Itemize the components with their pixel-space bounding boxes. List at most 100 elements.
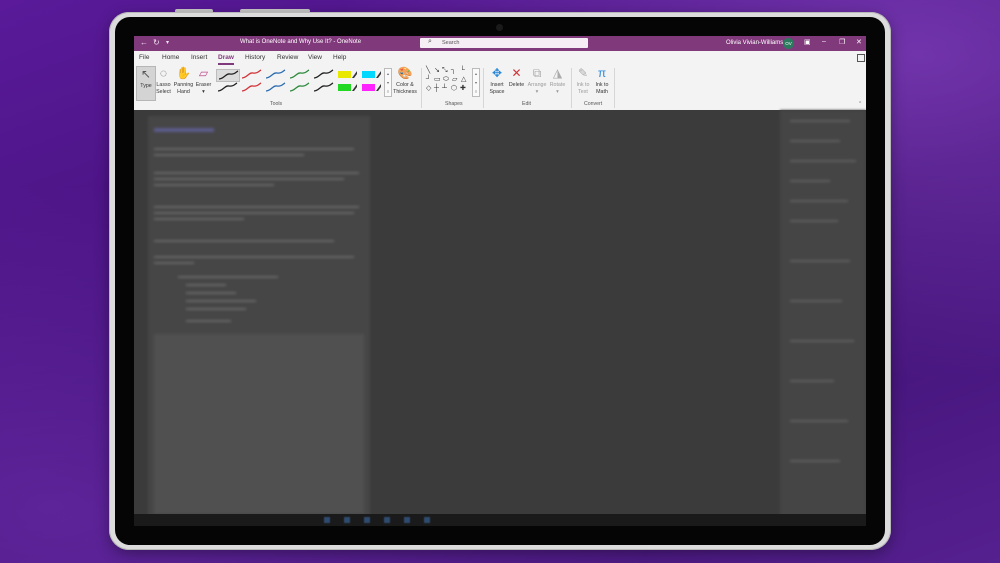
parallelogram-shape-icon[interactable]: ▱: [452, 76, 457, 84]
minimize-icon[interactable]: –: [822, 38, 826, 45]
embedded-screenshot-blurred: [154, 334, 364, 514]
customize-qat-icon[interactable]: ▾: [166, 39, 169, 46]
ribbon-display-icon[interactable]: ▣: [804, 38, 811, 46]
eraser-label: Eraser: [195, 82, 212, 88]
panning-hand-button[interactable]: ✋ Panning Hand: [173, 66, 194, 95]
pen-swatch[interactable]: [312, 82, 334, 93]
close-icon[interactable]: ✕: [856, 38, 862, 46]
arrange-button[interactable]: ⧉ Arrange ▾: [526, 66, 548, 95]
lasso-select-button[interactable]: ◌ Lasso Select: [155, 66, 172, 95]
highlighter-swatch[interactable]: [336, 69, 358, 80]
color-label-line2: Thickness: [393, 88, 417, 95]
highlighter-icon: [362, 84, 381, 91]
text-line: [154, 154, 304, 156]
user-name[interactable]: Olivia Vivian-Williams: [726, 40, 783, 46]
pen-stroke-icon: [289, 69, 310, 79]
ink-to-math-button[interactable]: π Ink to Math: [593, 66, 611, 95]
text-line: [178, 276, 278, 278]
corner-shape-icon[interactable]: ┘: [426, 76, 431, 84]
pen-stroke-icon: [289, 82, 310, 92]
rectangle-shape-icon[interactable]: ▭: [434, 76, 441, 84]
palette-icon: 🎨: [397, 66, 413, 80]
collapse-ribbon-icon[interactable]: ⌃: [858, 101, 862, 107]
tab-draw[interactable]: Draw: [218, 54, 234, 61]
taskbar-app-icon[interactable]: [364, 517, 370, 523]
pen-swatch[interactable]: [240, 82, 262, 93]
taskbar: [134, 514, 866, 526]
ink-to-text-button[interactable]: ✎ Ink to Text: [574, 66, 592, 95]
tab-file[interactable]: File: [139, 54, 149, 61]
highlighter-swatch[interactable]: [336, 82, 358, 93]
tab-insert[interactable]: Insert: [191, 54, 207, 61]
more-icon[interactable]: ≡: [385, 87, 391, 96]
hand-icon: ✋: [176, 66, 191, 80]
restore-icon[interactable]: ❐: [839, 38, 845, 46]
highlighter-icon: [362, 71, 381, 78]
taskbar-app-icon[interactable]: [404, 517, 410, 523]
lasso-label-line1: Lasso: [156, 82, 171, 88]
pen-swatch[interactable]: [288, 69, 310, 80]
insert-space-label-line2: Space: [489, 88, 505, 95]
page-canvas[interactable]: [134, 110, 866, 526]
edit-group-label: Edit: [522, 101, 531, 107]
tab-home[interactable]: Home: [162, 54, 179, 61]
ellipse-shape-icon[interactable]: ⬭: [443, 76, 449, 84]
diamond-shape-icon[interactable]: ◇: [426, 85, 431, 93]
rotate-button[interactable]: ◮ Rotate ▾: [547, 66, 568, 95]
shapes-gallery-scroll[interactable]: ▴ ▾ ≡: [472, 68, 480, 97]
taskbar-app-icon[interactable]: [424, 517, 430, 523]
chevron-up-icon[interactable]: ▴: [473, 69, 479, 78]
color-label-line1: Color &: [396, 82, 414, 88]
taskbar-app-icon[interactable]: [324, 517, 330, 523]
double-arrow-shape-icon[interactable]: ⤡: [442, 67, 448, 75]
pen-swatch[interactable]: [288, 82, 310, 93]
eraser-button[interactable]: ▱ Eraser ▾: [194, 66, 213, 95]
avatar[interactable]: OV: [783, 38, 794, 49]
hexagon-shape-icon[interactable]: ⬡: [451, 85, 457, 93]
tab-history[interactable]: History: [245, 54, 265, 61]
highlighter-swatch[interactable]: [360, 69, 382, 80]
pen-swatch[interactable]: [264, 82, 286, 93]
cross-axis-shape-icon[interactable]: ┼: [434, 85, 439, 93]
plus-shape-icon[interactable]: ✚: [460, 85, 466, 93]
page-list-item: [790, 340, 854, 342]
taskbar-app-icon[interactable]: [344, 517, 350, 523]
page-list-item: [790, 420, 848, 422]
arrow-shape-icon[interactable]: ↘: [434, 67, 440, 75]
pen-swatch[interactable]: [240, 69, 262, 80]
pen-swatch[interactable]: [312, 69, 334, 80]
tab-review[interactable]: Review: [277, 54, 298, 61]
cursor-icon: ↖: [140, 67, 152, 81]
back-arrow-icon[interactable]: ←: [140, 38, 148, 47]
chevron-down-icon[interactable]: ▾: [473, 78, 479, 87]
color-thickness-button[interactable]: 🎨 Color & Thickness: [393, 66, 417, 95]
pen-swatch[interactable]: [216, 82, 238, 93]
highlighter-swatch[interactable]: [360, 82, 382, 93]
search-input[interactable]: ⌕ Search: [420, 38, 588, 48]
pen-stroke-icon: [265, 82, 286, 92]
type-button[interactable]: ↖ Type: [136, 66, 156, 101]
text-line: [154, 206, 359, 208]
line-shape-icon[interactable]: ╲: [426, 67, 430, 75]
notebook-pane-icon[interactable]: [857, 54, 865, 62]
page-list-item: [790, 200, 848, 202]
elbow-shape-icon[interactable]: ┐: [451, 67, 456, 75]
insert-space-button[interactable]: ✥ Insert Space: [486, 66, 508, 95]
pen-swatch[interactable]: [264, 69, 286, 80]
axis-shape-icon[interactable]: └: [460, 67, 465, 75]
pen-gallery-scroll[interactable]: ▴ ▾ ≡: [384, 68, 392, 97]
tab-view[interactable]: View: [308, 54, 322, 61]
graph-shape-icon[interactable]: ┴: [442, 85, 447, 93]
group-divider: [421, 68, 422, 108]
chevron-up-icon[interactable]: ▴: [385, 69, 391, 78]
taskbar-app-icon[interactable]: [384, 517, 390, 523]
redo-icon[interactable]: ↻: [153, 38, 160, 47]
pen-stroke-icon: [218, 70, 239, 80]
more-icon[interactable]: ≡: [473, 87, 479, 96]
text-line: [154, 178, 344, 180]
delete-button[interactable]: ✕ Delete: [507, 66, 526, 89]
chevron-down-icon[interactable]: ▾: [385, 78, 391, 87]
pen-swatch[interactable]: [216, 69, 240, 82]
triangle-shape-icon[interactable]: △: [461, 76, 466, 84]
tab-help[interactable]: Help: [333, 54, 346, 61]
